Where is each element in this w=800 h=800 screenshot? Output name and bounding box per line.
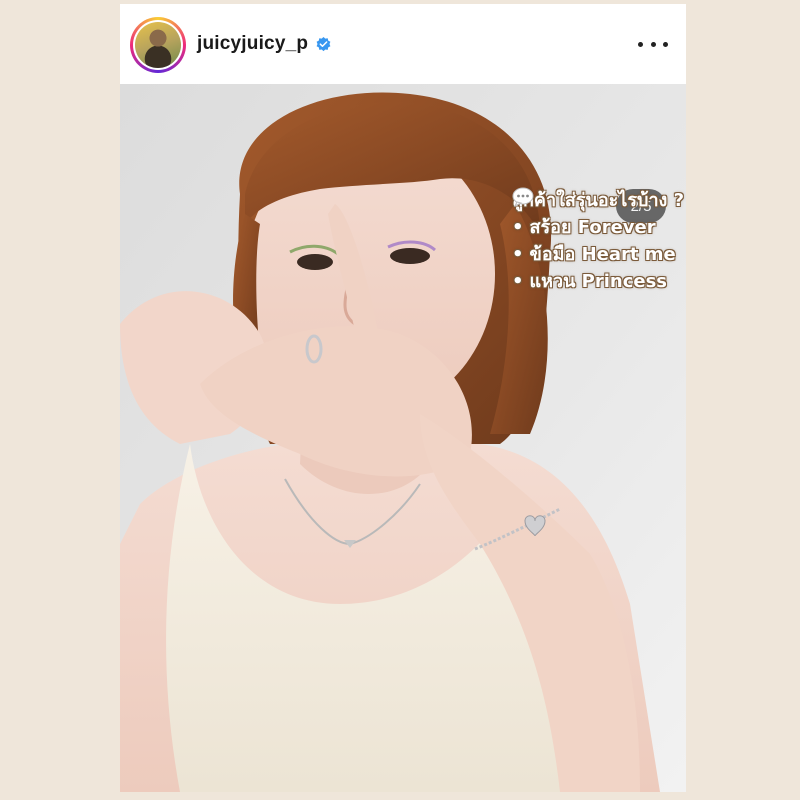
dot — [638, 41, 643, 47]
overlay-item-text: สร้อย Forever — [529, 217, 656, 238]
instagram-post-card: juicyjuicy_p 2/5 ลูกค้าใส่รุ่นอะไรบ้าง ?… — [120, 4, 686, 792]
post-photo[interactable]: 2/5 ลูกค้าใส่รุ่นอะไรบ้าง ? • สร้อย Fore… — [120, 84, 686, 792]
verified-badge-icon — [316, 37, 331, 52]
post-header: juicyjuicy_p — [120, 4, 686, 84]
overlay-item-text: ข้อมือ Heart me — [529, 244, 676, 265]
caption-overlay: ลูกค้าใส่รุ่นอะไรบ้าง ? • สร้อย Forever … — [512, 187, 684, 295]
dot — [663, 41, 668, 47]
bullet: • — [512, 217, 524, 238]
overlay-item: • สร้อย Forever — [512, 214, 684, 241]
more-options-icon[interactable] — [638, 36, 668, 52]
overlay-question-line: ลูกค้าใส่รุ่นอะไรบ้าง ? — [512, 187, 684, 214]
username-link[interactable]: juicyjuicy_p — [197, 33, 308, 55]
avatar-frame — [133, 20, 183, 70]
speech-bubble-icon — [512, 187, 534, 207]
overlay-item-text: แหวน Princess — [529, 271, 668, 292]
overlay-item: • ข้อมือ Heart me — [512, 241, 684, 268]
avatar[interactable] — [135, 22, 181, 68]
bullet: • — [512, 271, 524, 292]
bullet: • — [512, 244, 524, 265]
dot — [650, 41, 656, 47]
overlay-item: • แหวน Princess — [512, 268, 684, 295]
overlay-question: ลูกค้าใส่รุ่นอะไรบ้าง ? — [512, 190, 685, 211]
story-ring[interactable] — [130, 17, 186, 73]
